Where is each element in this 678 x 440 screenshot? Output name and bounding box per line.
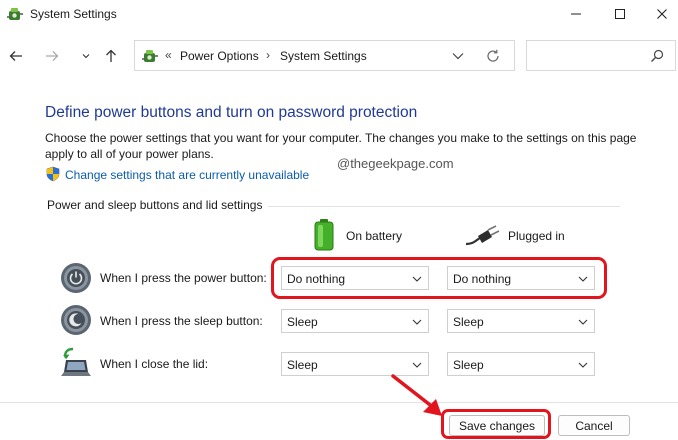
arrow-left-icon: [9, 51, 22, 61]
group-label: Power and sleep buttons and lid settings: [47, 198, 269, 212]
window-title: System Settings: [30, 7, 117, 21]
up-button[interactable]: [101, 46, 121, 66]
power-options-icon: [7, 8, 23, 20]
cancel-button[interactable]: Cancel: [558, 415, 630, 436]
power-options-icon: [142, 50, 158, 62]
close-button[interactable]: [640, 0, 678, 28]
breadcrumb-system-settings[interactable]: System Settings: [280, 49, 367, 63]
back-button[interactable]: [6, 46, 26, 66]
chevron-down-icon: [412, 319, 422, 325]
row-label-close-lid: When I close the lid:: [100, 357, 209, 371]
laptop-lid-icon: [61, 347, 91, 376]
chevron-down-icon: [578, 362, 588, 368]
search-input[interactable]: [526, 40, 676, 71]
footer-divider: [0, 402, 678, 403]
maximize-icon: [615, 9, 625, 19]
save-button-highlight: [441, 409, 551, 439]
address-dropdown-icon[interactable]: [451, 50, 465, 62]
address-bar[interactable]: « Power Options › System Settings: [134, 40, 515, 71]
sleep-button-on-battery-value: Sleep: [287, 315, 318, 329]
change-unavailable-settings-link[interactable]: Change settings that are currently unava…: [65, 168, 309, 182]
row-label-sleep-button: When I press the sleep button:: [100, 314, 263, 328]
sleep-button-icon: [61, 305, 91, 335]
chevron-down-icon: [82, 54, 90, 59]
refresh-icon[interactable]: [485, 48, 501, 64]
forward-button[interactable]: [42, 46, 62, 66]
search-icon: [651, 49, 664, 62]
chevron-down-icon: [412, 362, 422, 368]
watermark: @thegeekpage.com: [337, 156, 454, 171]
battery-icon: [314, 219, 334, 251]
power-button-highlight: [271, 257, 607, 299]
title-bar: System Settings: [0, 0, 678, 30]
page-title: Define power buttons and turn on passwor…: [45, 104, 418, 121]
close-icon: [657, 9, 667, 19]
close-lid-plugged-in-select[interactable]: Sleep: [447, 352, 595, 376]
breadcrumb-separator[interactable]: ›: [266, 48, 270, 62]
column-plugged-in: Plugged in: [508, 229, 565, 243]
navigation-bar: « Power Options › System Settings: [0, 38, 678, 74]
minimize-icon: [571, 13, 581, 15]
power-plug-icon: [466, 225, 500, 246]
uac-shield-icon: [46, 166, 60, 182]
recent-locations-button[interactable]: [76, 46, 96, 66]
sleep-button-plugged-in-select[interactable]: Sleep: [447, 309, 595, 333]
arrow-up-icon: [106, 49, 116, 62]
close-lid-plugged-in-value: Sleep: [453, 358, 484, 372]
breadcrumb-power-options[interactable]: Power Options: [180, 49, 259, 63]
column-on-battery: On battery: [346, 229, 403, 243]
chevron-down-icon: [578, 319, 588, 325]
minimize-button[interactable]: [554, 0, 598, 28]
close-lid-on-battery-value: Sleep: [287, 358, 318, 372]
row-label-power-button: When I press the power button:: [100, 271, 267, 285]
overflow-chevron[interactable]: «: [165, 48, 172, 62]
sleep-button-on-battery-select[interactable]: Sleep: [281, 309, 429, 333]
sleep-button-plugged-in-value: Sleep: [453, 315, 484, 329]
power-button-icon: [61, 263, 91, 293]
arrow-right-icon: [46, 51, 59, 61]
maximize-button[interactable]: [598, 0, 642, 28]
